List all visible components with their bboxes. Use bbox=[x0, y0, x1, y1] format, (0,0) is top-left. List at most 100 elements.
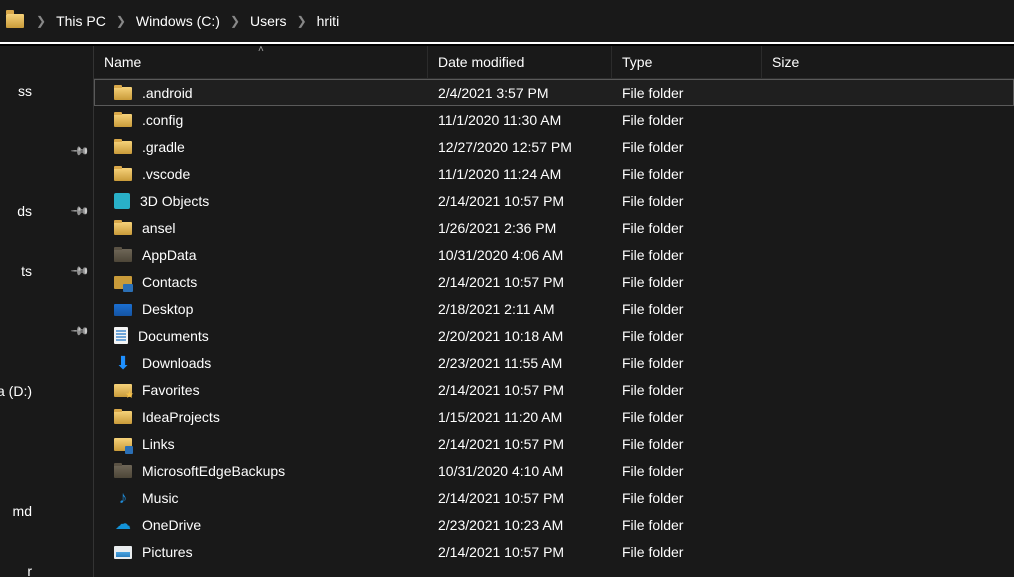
nav-tree-item[interactable]: 📌 bbox=[0, 316, 94, 346]
file-row[interactable]: ansel1/26/2021 2:36 PMFile folder bbox=[94, 214, 1014, 241]
column-header-type[interactable]: Type bbox=[612, 46, 762, 78]
file-row[interactable]: .gradle12/27/2020 12:57 PMFile folder bbox=[94, 133, 1014, 160]
navigation-pane[interactable]: ss📌ds📌ts📌📌a (D:)mdrtstsds bbox=[0, 46, 94, 577]
nav-tree-item[interactable]: ts📌 bbox=[0, 256, 94, 286]
pictures-icon bbox=[114, 546, 132, 559]
file-row[interactable]: .android2/4/2021 3:57 PMFile folder bbox=[94, 79, 1014, 106]
column-header-name[interactable]: Name ˄ bbox=[94, 46, 428, 78]
onedrive-icon: ☁ bbox=[114, 516, 132, 534]
cell-date-modified: 2/14/2021 10:57 PM bbox=[428, 490, 612, 506]
nav-tree-item[interactable]: 📌 bbox=[0, 136, 94, 166]
column-label: Type bbox=[622, 54, 652, 70]
cell-name: .android bbox=[114, 85, 428, 101]
cell-date-modified: 10/31/2020 4:06 AM bbox=[428, 247, 612, 263]
breadcrumb-item[interactable]: This PC bbox=[52, 0, 110, 42]
cell-type: File folder bbox=[612, 274, 762, 290]
file-name: Desktop bbox=[142, 301, 193, 317]
file-name: .gradle bbox=[142, 139, 185, 155]
cell-date-modified: 2/14/2021 10:57 PM bbox=[428, 274, 612, 290]
cell-type: File folder bbox=[612, 436, 762, 452]
nav-tree-item[interactable]: r bbox=[0, 556, 94, 577]
sort-ascending-icon: ˄ bbox=[258, 44, 264, 55]
cell-name: .vscode bbox=[114, 166, 428, 182]
cell-name: AppData bbox=[114, 247, 428, 263]
file-row[interactable]: .config11/1/2020 11:30 AMFile folder bbox=[94, 106, 1014, 133]
cell-type: File folder bbox=[612, 301, 762, 317]
file-row[interactable]: Links2/14/2021 10:57 PMFile folder bbox=[94, 430, 1014, 457]
cell-date-modified: 2/14/2021 10:57 PM bbox=[428, 436, 612, 452]
cell-type: File folder bbox=[612, 85, 762, 101]
file-row[interactable]: ⬇Downloads2/23/2021 11:55 AMFile folder bbox=[94, 349, 1014, 376]
file-name: .android bbox=[142, 85, 193, 101]
file-name: Pictures bbox=[142, 544, 193, 560]
file-row[interactable]: 3D Objects2/14/2021 10:57 PMFile folder bbox=[94, 187, 1014, 214]
cell-date-modified: 1/15/2021 11:20 AM bbox=[428, 409, 612, 425]
cell-name: .config bbox=[114, 112, 428, 128]
file-name: .config bbox=[142, 112, 183, 128]
file-row[interactable]: Favorites2/14/2021 10:57 PMFile folder bbox=[94, 376, 1014, 403]
nav-tree-item[interactable]: a (D:) bbox=[0, 376, 94, 406]
file-row[interactable]: Contacts 2/14/2021 10:57 PMFile folder bbox=[94, 268, 1014, 295]
cell-name: Contacts bbox=[114, 274, 428, 290]
breadcrumb-separator[interactable]: ❯ bbox=[30, 14, 52, 28]
nav-tree-label: ds bbox=[0, 203, 60, 219]
file-row[interactable]: IdeaProjects 1/15/2021 11:20 AMFile folde… bbox=[94, 403, 1014, 430]
breadcrumb-item[interactable]: Windows (C:) bbox=[132, 0, 224, 42]
links-icon bbox=[114, 438, 132, 451]
cell-name: IdeaProjects bbox=[114, 409, 428, 425]
cell-type: File folder bbox=[612, 409, 762, 425]
breadcrumb-label: Users bbox=[250, 13, 287, 29]
column-header-date-modified[interactable]: Date modified bbox=[428, 46, 612, 78]
nav-tree-item[interactable] bbox=[0, 436, 94, 466]
file-row[interactable]: Pictures2/14/2021 10:57 PMFile folder bbox=[94, 538, 1014, 565]
file-name: ansel bbox=[142, 220, 175, 236]
column-label: Name bbox=[104, 54, 141, 70]
file-name: Music bbox=[142, 490, 179, 506]
breadcrumb-separator[interactable]: ❯ bbox=[291, 14, 313, 28]
file-name: IdeaProjects bbox=[142, 409, 220, 425]
nav-tree-item[interactable]: md bbox=[0, 496, 94, 526]
cell-type: File folder bbox=[612, 463, 762, 479]
breadcrumb-label: hriti bbox=[317, 13, 340, 29]
file-row[interactable]: .vscode11/1/2020 11:24 AMFile folder bbox=[94, 160, 1014, 187]
cell-name: 3D Objects bbox=[114, 193, 428, 209]
folder-icon bbox=[114, 141, 132, 154]
nav-tree-label: ss bbox=[0, 83, 60, 99]
folder-icon bbox=[6, 14, 24, 28]
breadcrumb-separator[interactable]: ❯ bbox=[110, 14, 132, 28]
address-bar[interactable]: ❯ This PC ❯ Windows (C:) ❯ Users ❯ hriti bbox=[0, 0, 1014, 44]
pin-icon: 📌 bbox=[70, 261, 90, 281]
file-row[interactable]: Documents2/20/2021 10:18 AMFile folder bbox=[94, 322, 1014, 349]
folder-icon bbox=[114, 114, 132, 127]
file-row[interactable]: ☁OneDrive2/23/2021 10:23 AMFile folder bbox=[94, 511, 1014, 538]
breadcrumb-item[interactable]: Users bbox=[246, 0, 291, 42]
file-row[interactable]: ♪Music2/14/2021 10:57 PMFile folder bbox=[94, 484, 1014, 511]
cell-date-modified: 10/31/2020 4:10 AM bbox=[428, 463, 612, 479]
cell-type: File folder bbox=[612, 166, 762, 182]
file-name: 3D Objects bbox=[140, 193, 209, 209]
nav-tree-label: a (D:) bbox=[0, 383, 60, 399]
column-header-size[interactable]: Size bbox=[762, 46, 858, 78]
nav-tree-label: r bbox=[0, 563, 60, 577]
breadcrumb-separator[interactable]: ❯ bbox=[224, 14, 246, 28]
file-name: .vscode bbox=[142, 166, 190, 182]
breadcrumb-item[interactable]: hriti bbox=[313, 0, 344, 42]
documents-icon bbox=[114, 327, 128, 344]
cell-type: File folder bbox=[612, 247, 762, 263]
breadcrumb-label: Windows (C:) bbox=[136, 13, 220, 29]
system-folder-icon bbox=[114, 249, 132, 262]
nav-tree-item[interactable]: ds📌 bbox=[0, 196, 94, 226]
cell-name: ansel bbox=[114, 220, 428, 236]
desktop-icon bbox=[114, 304, 132, 316]
nav-tree-item[interactable]: ss bbox=[0, 76, 94, 106]
cell-type: File folder bbox=[612, 112, 762, 128]
file-name: OneDrive bbox=[142, 517, 201, 533]
file-row[interactable]: Desktop 2/18/2021 2:11 AMFile folder bbox=[94, 295, 1014, 322]
pin-icon: 📌 bbox=[70, 321, 90, 341]
file-name: Contacts bbox=[142, 274, 197, 290]
music-icon: ♪ bbox=[114, 489, 132, 507]
file-row[interactable]: MicrosoftEdgeBackups10/31/2020 4:10 AMFi… bbox=[94, 457, 1014, 484]
cell-date-modified: 2/18/2021 2:11 AM bbox=[428, 301, 612, 317]
column-headers: Name ˄ Date modified Type Size bbox=[94, 46, 1014, 79]
file-row[interactable]: AppData10/31/2020 4:06 AMFile folder bbox=[94, 241, 1014, 268]
